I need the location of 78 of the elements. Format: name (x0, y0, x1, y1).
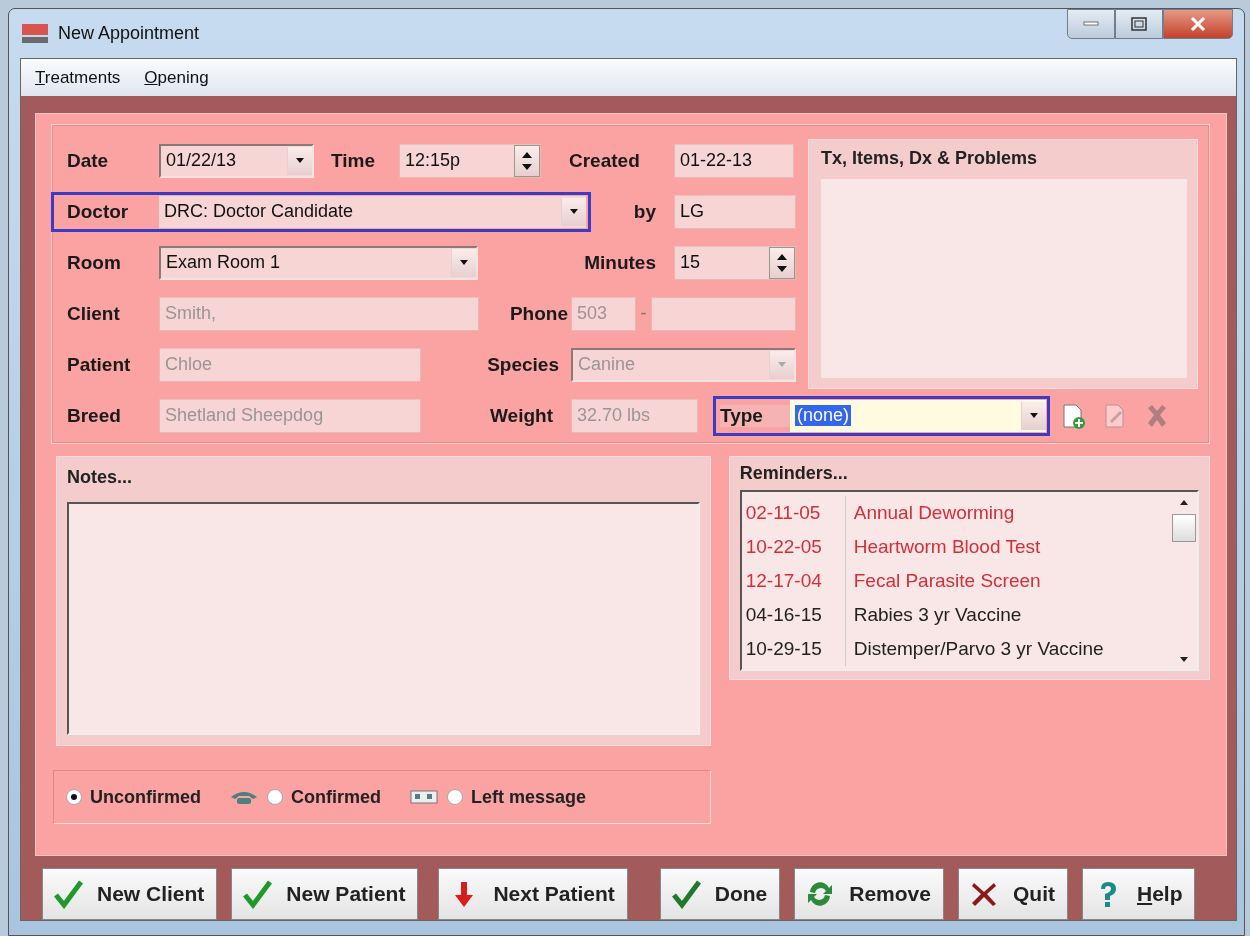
spin-field[interactable]: 15 (674, 245, 796, 280)
panel-title: Tx, Items, Dx & Problems (821, 148, 1039, 169)
minimize-icon (1083, 21, 1099, 27)
close-icon (1190, 17, 1206, 31)
close-button[interactable] (1163, 9, 1233, 39)
field-label: Room (67, 251, 122, 274)
action-button[interactable]: Remove (794, 868, 944, 920)
field-label: Weight (489, 404, 554, 427)
field-label: Species (486, 353, 560, 376)
menu-item[interactable]: Treatments (35, 67, 121, 88)
field-label: Patient (67, 353, 132, 376)
field-label: Time (331, 149, 376, 172)
dropdown-field[interactable]: (none) (790, 399, 1046, 432)
scroll-down-icon[interactable] (1179, 655, 1189, 663)
dropdown-button[interactable] (561, 197, 586, 226)
field-label: Doctor (67, 200, 130, 223)
phone-number-field[interactable] (651, 296, 796, 331)
dropdown-button[interactable] (287, 146, 312, 175)
caret-icon (1029, 411, 1039, 420)
field-label: Phone (508, 302, 569, 325)
field-label: Client (67, 302, 121, 325)
reminder-date: 12-17-04 (741, 564, 846, 598)
window-title: New Appointment (58, 23, 201, 44)
field-label: Date (67, 149, 110, 172)
field-label: by (632, 200, 657, 223)
card-icon (409, 789, 439, 805)
text-field[interactable]: LG (674, 194, 796, 229)
maximize-button[interactable] (1115, 9, 1163, 39)
dropdown-field[interactable]: Exam Room 1 (159, 245, 478, 280)
menu-item[interactable]: Opening (144, 67, 209, 88)
reminder-date: 10-29-15 (741, 632, 846, 666)
action-button[interactable]: Next Patient (438, 868, 628, 920)
dropdown-field[interactable]: 01/22/13 (159, 143, 314, 178)
reminder-name: Annual Deworming (852, 502, 1015, 524)
caret-icon (569, 207, 579, 216)
reminder-name: Rabies 3 yr Vaccine (852, 604, 1022, 626)
spin-field[interactable]: 12:15p (399, 143, 541, 178)
minimize-button[interactable] (1067, 9, 1115, 39)
app-logo-icon (22, 23, 48, 44)
radio-option[interactable]: Unconfirmed (66, 786, 201, 808)
checkmark-icon (53, 879, 83, 909)
reminder-name: Distemper/Parvo 3 yr Vaccine (852, 638, 1104, 660)
checkmark-icon (670, 879, 701, 909)
field-label: Type (720, 404, 790, 427)
dropdown-field[interactable]: DRC: Doctor Candidate (159, 195, 586, 228)
action-button[interactable]: Quit (957, 868, 1068, 920)
caret-icon (295, 156, 305, 165)
reminder-date: 10-22-05 (741, 530, 846, 564)
radio-option[interactable]: Left message (447, 786, 587, 808)
action-button[interactable]: New Client (42, 868, 218, 920)
field-label: Minutes (583, 251, 657, 274)
checkmark-icon (242, 879, 273, 909)
scroll-up-icon[interactable] (1179, 498, 1189, 506)
radio-option[interactable]: Confirmed (267, 786, 381, 808)
add-document-icon[interactable] (1060, 402, 1086, 429)
reminder-date: 02-11-05 (741, 496, 846, 530)
caret-icon (459, 258, 469, 267)
panel-title: Notes... (67, 467, 133, 488)
reminder-name: Heartworm Blood Test (852, 536, 1041, 558)
phone-icon (229, 789, 259, 805)
phone-separator: - (639, 303, 648, 324)
field-label: Created (569, 149, 641, 172)
reminder-date: 04-16-15 (741, 598, 846, 632)
spin-button[interactable] (769, 246, 795, 279)
maximize-icon (1131, 17, 1147, 31)
text-field[interactable]: 01-22-13 (674, 143, 794, 178)
dropdown-button[interactable] (1021, 401, 1046, 430)
action-button[interactable]: New Patient (231, 868, 419, 920)
spin-button[interactable] (514, 144, 540, 177)
notes-field[interactable] (67, 502, 700, 735)
field-label: Breed (67, 404, 122, 427)
action-button[interactable]: Done (659, 868, 781, 920)
panel-title: Reminders... (739, 463, 849, 484)
reminder-name: Fecal Parasite Screen (852, 570, 1041, 592)
caret-icon (777, 360, 787, 369)
dropdown-button[interactable] (451, 248, 476, 277)
action-button[interactable]: Help (1081, 868, 1196, 920)
scroll-thumb[interactable] (1172, 514, 1196, 542)
